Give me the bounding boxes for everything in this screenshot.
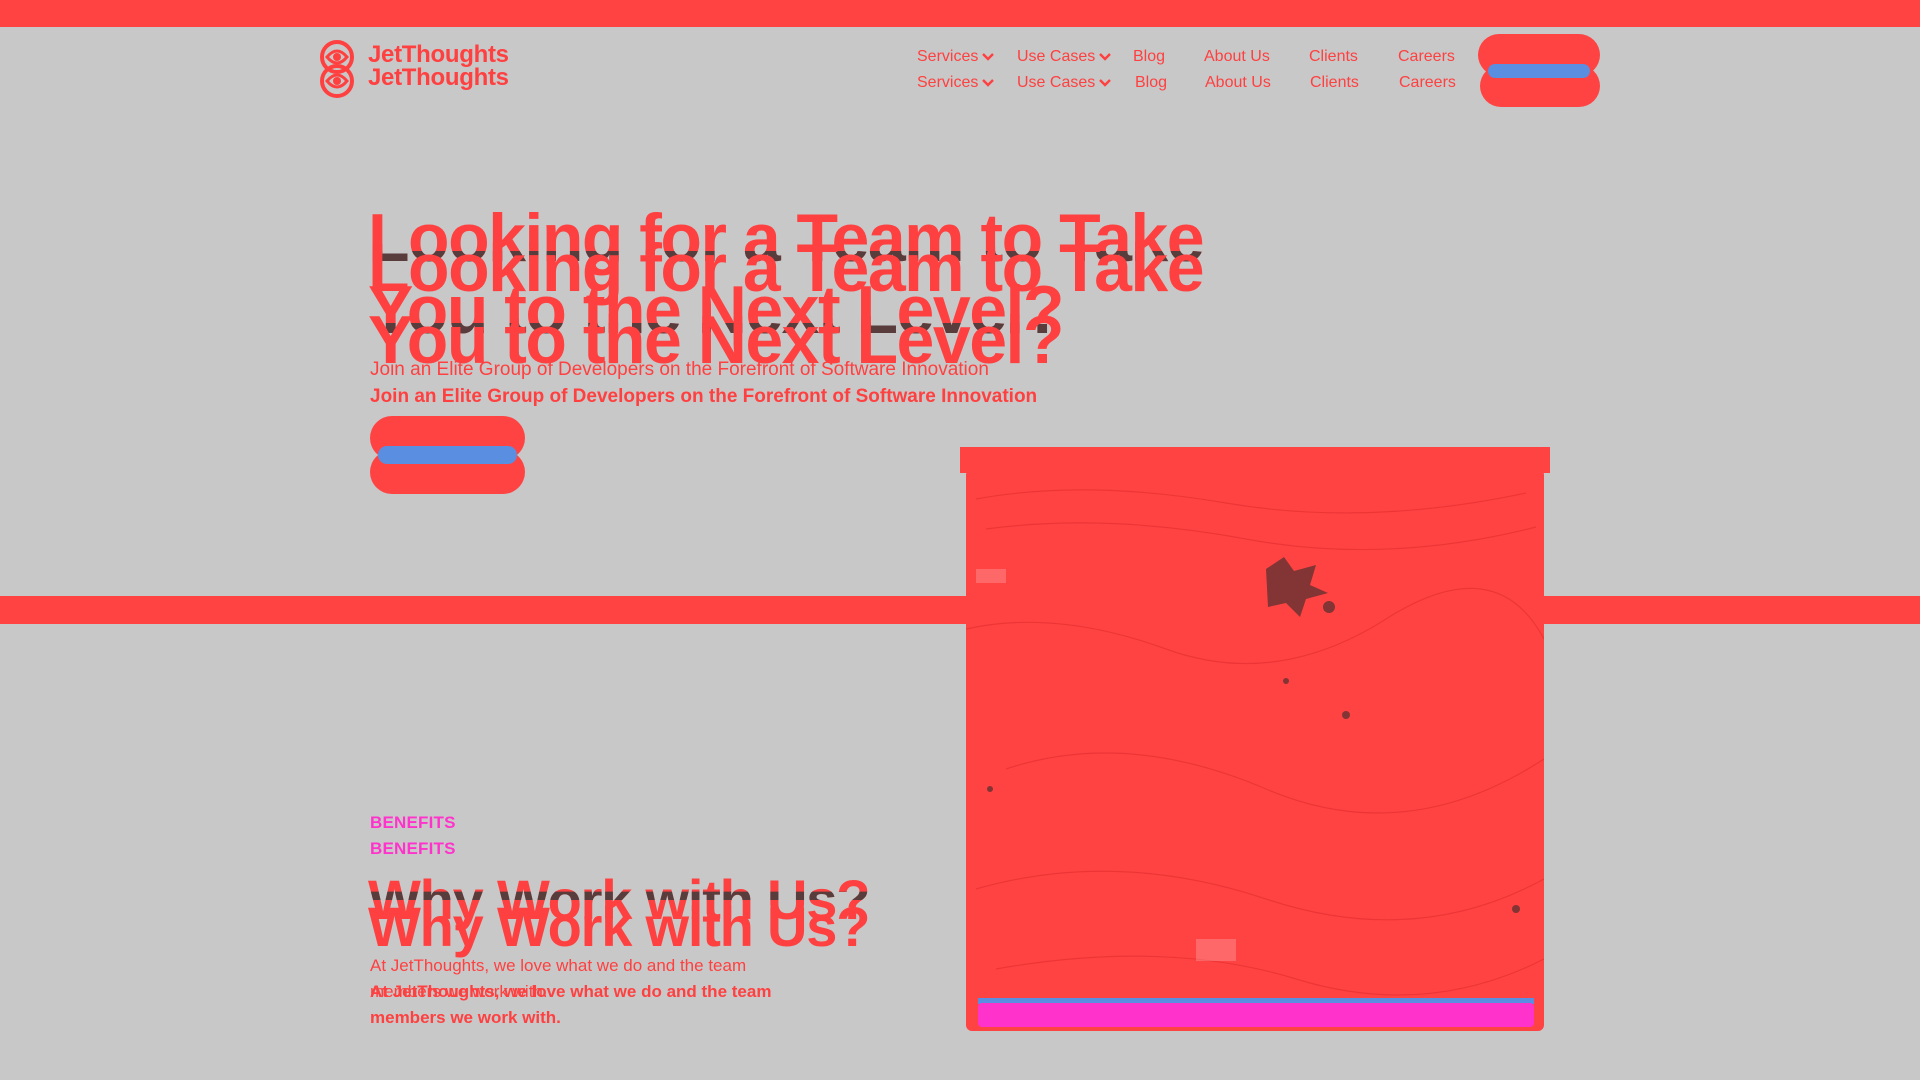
hero-title: Looking for a Team to Take You to the Nex…: [368, 230, 1205, 378]
cta-label-bar: [1488, 64, 1590, 78]
benefits-eyebrow: BENEFITS: [370, 839, 456, 858]
hero-subtitle: Join an Elite Group of Developers on the…: [370, 386, 1038, 407]
image-caption-bar: [978, 1003, 1534, 1027]
benefits-text: At JetThoughts, we love what we do and t…: [370, 982, 772, 1027]
chevron-down-icon: [1099, 52, 1112, 61]
hero-cta-label-bar: [378, 446, 517, 464]
nav-item-use-cases[interactable]: Use Cases: [1017, 74, 1112, 92]
nav-item-services[interactable]: Services: [917, 48, 995, 66]
nav-item-blog[interactable]: Blog: [1133, 48, 1165, 66]
chevron-down-icon: [1099, 78, 1112, 87]
nav-item-careers[interactable]: Careers: [1399, 74, 1456, 92]
top-banner-strip: [0, 0, 1920, 27]
nav-item-clients[interactable]: Clients: [1310, 74, 1359, 92]
photo-texture: [966, 489, 1544, 996]
hero-image: [960, 447, 1550, 1033]
nav-item-use-cases[interactable]: Use Cases: [1017, 48, 1112, 66]
nav-item-services[interactable]: Services: [917, 74, 995, 92]
chevron-down-icon: [982, 78, 995, 87]
nav-item-blog[interactable]: Blog: [1135, 74, 1167, 92]
benefits-eyebrow: BENEFITS: [370, 813, 456, 832]
header-cta-button[interactable]: [1478, 34, 1600, 107]
jetthoughts-logo-icon: [320, 64, 354, 98]
nav-item-clients[interactable]: Clients: [1309, 48, 1358, 66]
hero-cta-button[interactable]: [370, 416, 525, 494]
logo-wordmark: JetThoughts: [368, 64, 509, 91]
nav-item-about-us[interactable]: About Us: [1204, 48, 1270, 66]
team-photo: [966, 469, 1544, 1031]
chevron-down-icon: [982, 52, 995, 61]
benefits-heading: Why Work with Us?: [368, 895, 870, 958]
site-logo[interactable]: JetThoughts JetThoughts: [319, 39, 539, 101]
nav-item-careers[interactable]: Careers: [1398, 48, 1455, 66]
nav-item-about-us[interactable]: About Us: [1205, 74, 1271, 92]
hero-subtitle: Join an Elite Group of Developers on the…: [370, 359, 989, 380]
